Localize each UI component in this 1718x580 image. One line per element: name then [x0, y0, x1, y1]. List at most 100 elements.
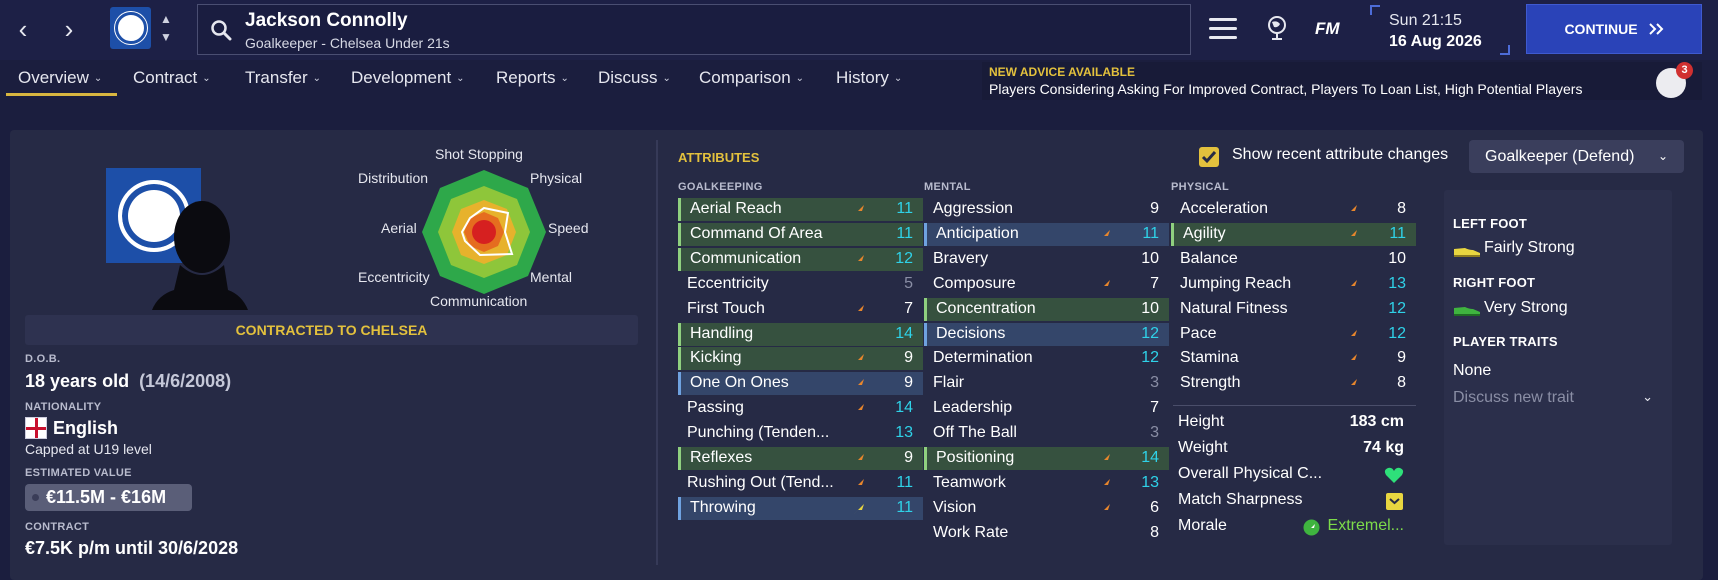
attribute-row-one-on-ones[interactable]: One On Ones 9: [678, 372, 923, 396]
physical-divider: [1173, 405, 1416, 406]
attribute-value: 3: [1150, 424, 1159, 442]
morale-row[interactable]: Morale Extremel...: [1169, 514, 1414, 540]
tab-development[interactable]: Development ⌄: [351, 68, 465, 88]
attribute-row-kicking[interactable]: Kicking 9: [678, 347, 923, 371]
attribute-name: Concentration: [936, 299, 1036, 317]
attribute-change-arrow-icon: [854, 354, 864, 365]
attribute-row-communication[interactable]: Communication 12: [678, 247, 923, 271]
attribute-row-teamwork[interactable]: Teamwork 13: [924, 472, 1169, 495]
attribute-row-vision[interactable]: Vision 6: [924, 497, 1169, 520]
attribute-row-determination[interactable]: Determination 12: [924, 347, 1169, 370]
player-search-box[interactable]: Jackson Connolly Goalkeeper - Chelsea Un…: [197, 4, 1191, 55]
attribute-change-arrow-icon: [1347, 354, 1357, 365]
attribute-name: Stamina: [1180, 349, 1239, 367]
attribute-row-eccentricity[interactable]: Eccentricity 5: [678, 273, 923, 296]
tab-history[interactable]: History ⌄: [836, 68, 902, 88]
role-dropdown[interactable]: Goalkeeper (Defend) ⌄: [1469, 140, 1684, 173]
tab-comparison[interactable]: Comparison ⌄: [699, 68, 804, 88]
attribute-row-agility[interactable]: Agility 11: [1171, 222, 1416, 246]
attribute-row-throwing[interactable]: Throwing 11: [678, 496, 923, 520]
attribute-value: 14: [895, 324, 913, 342]
show-changes-checkbox[interactable]: [1199, 147, 1219, 167]
attribute-row-aerial-reach[interactable]: Aerial Reach 11: [678, 198, 923, 221]
attribute-row-natural-fitness[interactable]: Natural Fitness 12: [1171, 298, 1416, 321]
globe-icon[interactable]: [1265, 15, 1289, 41]
tab-discuss[interactable]: Discuss ⌄: [598, 68, 671, 88]
dob-label: D.O.B.: [25, 353, 61, 365]
attribute-value: 9: [904, 449, 913, 466]
left-foot-label: LEFT FOOT: [1453, 216, 1528, 231]
attribute-row-aggression[interactable]: Aggression 9: [924, 198, 1169, 221]
attribute-change-arrow-icon: [1347, 329, 1357, 340]
attribute-row-work-rate[interactable]: Work Rate 8: [924, 522, 1169, 545]
attribute-row-bravery[interactable]: Bravery 10: [924, 248, 1169, 271]
attribute-value: 9: [1150, 200, 1159, 217]
attribute-row-reflexes[interactable]: Reflexes 9: [678, 447, 923, 470]
attribute-row-positioning[interactable]: Positioning 14: [924, 447, 1169, 470]
attribute-row-first-touch[interactable]: First Touch 7: [678, 298, 923, 321]
attribute-name: Punching (Tenden...: [687, 424, 830, 442]
attribute-name: First Touch: [687, 299, 765, 317]
attribute-name: Vision: [933, 498, 977, 516]
attribute-row-jumping-reach[interactable]: Jumping Reach 13: [1171, 273, 1416, 296]
nationality-value[interactable]: English: [53, 418, 118, 439]
attribute-row-balance[interactable]: Balance 10: [1171, 248, 1416, 271]
search-icon: [211, 20, 232, 41]
right-foot-value: Very Strong: [1484, 299, 1568, 316]
attribute-value: 9: [904, 349, 913, 367]
tab-transfer[interactable]: Transfer ⌄: [245, 68, 321, 88]
attribute-value: 9: [904, 374, 913, 392]
continue-button[interactable]: CONTINUE: [1526, 4, 1702, 54]
attribute-row-decisions[interactable]: Decisions 12: [924, 322, 1169, 346]
attribute-row-passing[interactable]: Passing 14: [678, 397, 923, 420]
advice-text[interactable]: Players Considering Asking For Improved …: [989, 81, 1582, 97]
fm-logo[interactable]: FM: [1315, 19, 1340, 39]
attribute-row-pace[interactable]: Pace 12: [1171, 323, 1416, 346]
attribute-row-composure[interactable]: Composure 7: [924, 273, 1169, 296]
attribute-name: Flair: [933, 374, 965, 392]
attribute-row-handling[interactable]: Handling 14: [678, 322, 923, 346]
attribute-change-arrow-icon: [1347, 229, 1357, 240]
attribute-row-strength[interactable]: Strength 8: [1171, 372, 1416, 395]
attribute-row-flair[interactable]: Flair 3: [924, 372, 1169, 395]
advice-banner[interactable]: NEW ADVICE AVAILABLE Players Considering…: [982, 62, 1702, 100]
morale-icon: [1303, 519, 1320, 536]
tab-reports[interactable]: Reports ⌄: [496, 68, 569, 88]
attribute-name: Kicking: [690, 349, 742, 367]
back-arrow-icon[interactable]: ‹: [9, 14, 37, 44]
club-crest-icon[interactable]: [110, 7, 151, 49]
overall-condition-row[interactable]: Overall Physical C...: [1169, 462, 1414, 488]
physical-heading: PHYSICAL: [1171, 181, 1230, 193]
attribute-name: Determination: [933, 349, 1033, 367]
attribute-row-concentration[interactable]: Concentration 10: [924, 297, 1169, 321]
discuss-trait-dropdown[interactable]: Discuss new trait ⌄: [1453, 389, 1663, 407]
attributes-heading: ATTRIBUTES: [678, 150, 760, 165]
attribute-row-anticipation[interactable]: Anticipation 11: [924, 222, 1169, 246]
attribute-value: 13: [895, 424, 913, 442]
attribute-change-arrow-icon: [854, 478, 864, 489]
hamburger-menu-icon[interactable]: [1209, 18, 1237, 40]
goalkeeping-heading: GOALKEEPING: [678, 181, 763, 193]
attribute-name: Agility: [1183, 224, 1226, 242]
attribute-row-command-of-area[interactable]: Command Of Area 11: [678, 222, 923, 246]
show-changes-label[interactable]: Show recent attribute changes: [1232, 146, 1448, 164]
tab-contract[interactable]: Contract ⌄: [133, 68, 211, 88]
game-date: 16 Aug 2026: [1389, 33, 1482, 50]
attribute-value: 12: [1388, 299, 1406, 317]
top-bar: ‹ › ▲ ▼ Jackson Connolly Goalkeeper - Che…: [0, 0, 1718, 60]
tab-overview[interactable]: Overview ⌄: [18, 68, 102, 88]
attribute-value: 5: [904, 274, 913, 292]
attribute-row-stamina[interactable]: Stamina 9: [1171, 347, 1416, 370]
attribute-row-leadership[interactable]: Leadership 7: [924, 397, 1169, 420]
chevron-down-icon: ⌄: [1642, 389, 1653, 404]
attribute-row-rushing-out-tend[interactable]: Rushing Out (Tend... 11: [678, 472, 923, 495]
match-sharpness-row[interactable]: Match Sharpness: [1169, 488, 1414, 514]
attribute-change-arrow-icon: [854, 454, 864, 464]
attribute-row-acceleration[interactable]: Acceleration 8: [1171, 198, 1416, 221]
attribute-row-off-the-ball[interactable]: Off The Ball 3: [924, 422, 1169, 445]
forward-arrow-icon[interactable]: ›: [55, 14, 83, 44]
game-date-time[interactable]: Sun 21:15 16 Aug 2026: [1370, 5, 1510, 55]
attribute-row-punching-tenden[interactable]: Punching (Tenden... 13: [678, 422, 923, 445]
prev-next-player-icon[interactable]: ▲ ▼: [158, 10, 174, 46]
attribute-value: 10: [1388, 249, 1406, 267]
